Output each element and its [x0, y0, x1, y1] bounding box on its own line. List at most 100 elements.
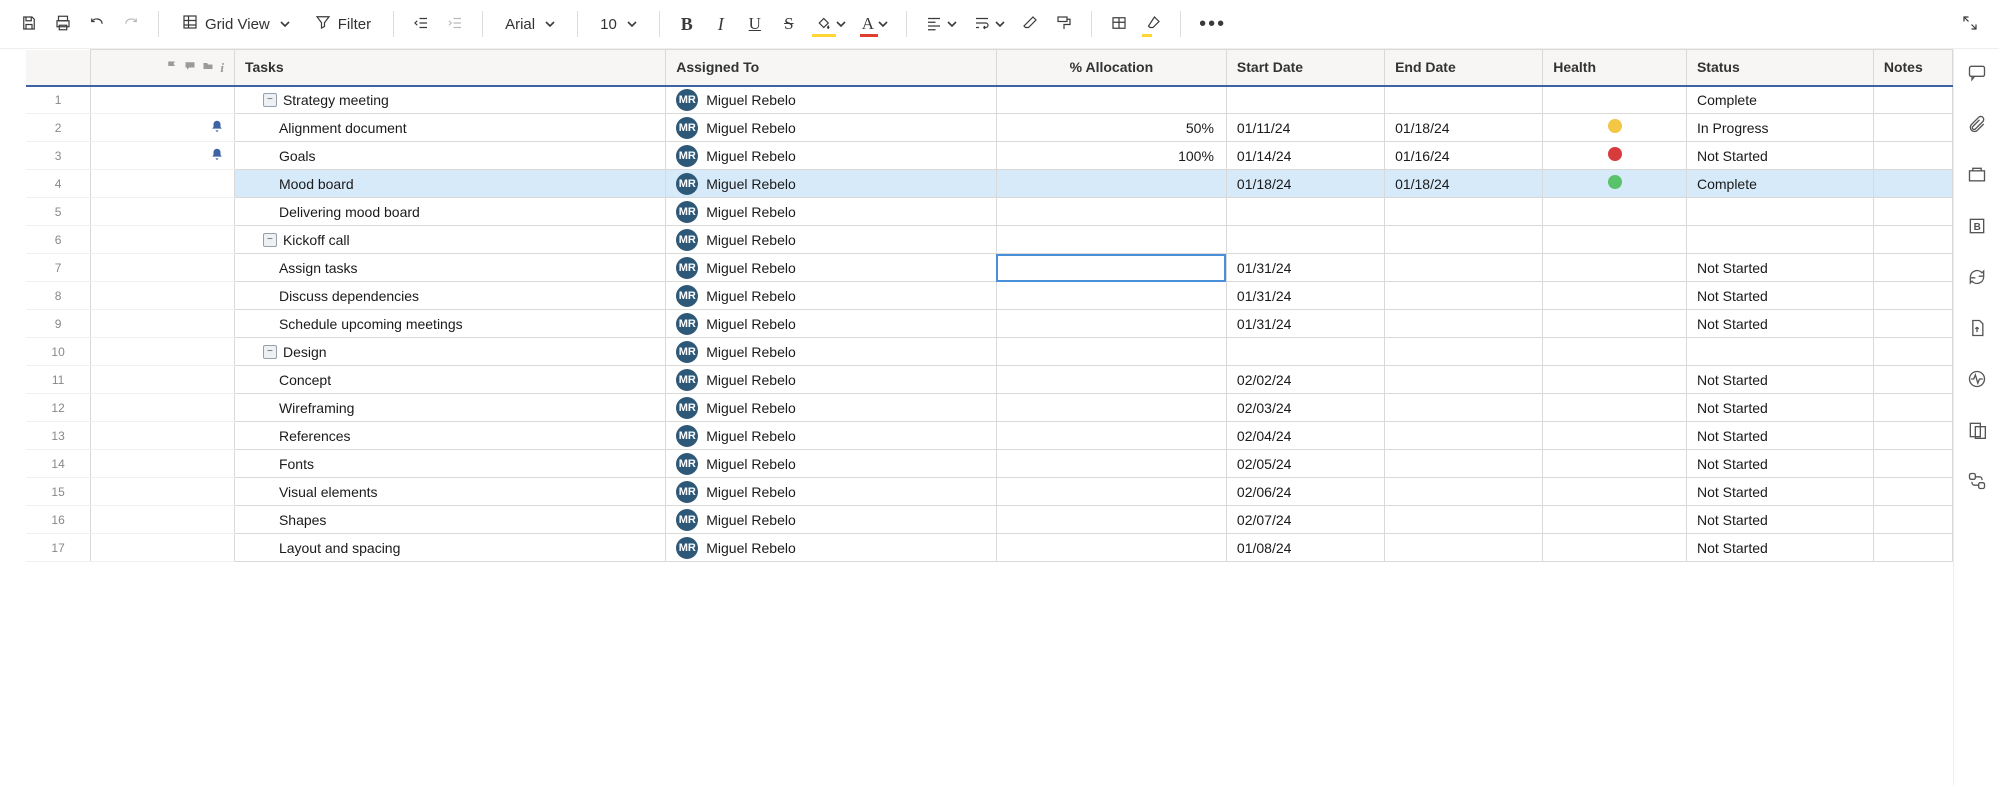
row-number[interactable]: 17: [26, 534, 91, 562]
summary-panel-button[interactable]: [1967, 420, 1987, 443]
assigned-cell[interactable]: MRMiguel Rebelo: [666, 142, 997, 170]
row-number[interactable]: 9: [26, 310, 91, 338]
row-number[interactable]: 12: [26, 394, 91, 422]
allocation-cell[interactable]: [996, 198, 1226, 226]
end-date-cell[interactable]: [1385, 450, 1543, 478]
attachments-panel-button[interactable]: [1967, 114, 1987, 137]
allocation-cell[interactable]: [996, 506, 1226, 534]
reminder-bell-icon[interactable]: [210, 148, 224, 164]
task-cell[interactable]: −Design: [234, 338, 665, 366]
font-selector[interactable]: Arial: [495, 8, 565, 40]
refresh-panel-button[interactable]: [1967, 267, 1987, 290]
health-cell[interactable]: [1543, 310, 1687, 338]
task-cell[interactable]: Mood board: [234, 170, 665, 198]
allocation-cell[interactable]: [996, 534, 1226, 562]
allocation-cell[interactable]: 50%: [996, 114, 1226, 142]
font-size-selector[interactable]: 10: [590, 8, 647, 40]
health-cell[interactable]: [1543, 394, 1687, 422]
row-number[interactable]: 8: [26, 282, 91, 310]
health-cell[interactable]: [1543, 450, 1687, 478]
task-cell[interactable]: Alignment document: [234, 114, 665, 142]
assigned-cell[interactable]: MRMiguel Rebelo: [666, 282, 997, 310]
start-date-cell[interactable]: 02/06/24: [1226, 478, 1384, 506]
row-number[interactable]: 14: [26, 450, 91, 478]
end-date-cell[interactable]: [1385, 366, 1543, 394]
start-date-cell[interactable]: [1226, 226, 1384, 254]
text-color-button[interactable]: A: [856, 8, 894, 40]
expand-button[interactable]: [1955, 8, 1985, 40]
status-cell[interactable]: Not Started: [1686, 310, 1873, 338]
notes-cell[interactable]: [1873, 338, 1952, 366]
activity-panel-button[interactable]: [1967, 369, 1987, 392]
allocation-cell[interactable]: [996, 338, 1226, 366]
allocation-cell[interactable]: [996, 226, 1226, 254]
underline-button[interactable]: U: [740, 8, 770, 40]
status-cell[interactable]: Not Started: [1686, 366, 1873, 394]
notes-cell[interactable]: [1873, 282, 1952, 310]
health-cell[interactable]: [1543, 366, 1687, 394]
allocation-cell[interactable]: [996, 86, 1226, 114]
allocation-cell[interactable]: [996, 478, 1226, 506]
task-cell[interactable]: −Strategy meeting: [234, 86, 665, 114]
start-date-cell[interactable]: 01/31/24: [1226, 254, 1384, 282]
collapse-toggle-icon[interactable]: −: [263, 233, 277, 247]
health-cell[interactable]: [1543, 282, 1687, 310]
italic-button[interactable]: I: [706, 8, 736, 40]
status-cell[interactable]: Not Started: [1686, 142, 1873, 170]
format-painter-button[interactable]: [1049, 8, 1079, 40]
upload-panel-button[interactable]: [1967, 318, 1987, 341]
task-cell[interactable]: Concept: [234, 366, 665, 394]
status-cell[interactable]: In Progress: [1686, 114, 1873, 142]
end-date-cell[interactable]: [1385, 338, 1543, 366]
row-number[interactable]: 13: [26, 422, 91, 450]
start-date-cell[interactable]: 01/31/24: [1226, 282, 1384, 310]
collapse-toggle-icon[interactable]: −: [263, 93, 277, 107]
start-date-cell[interactable]: 01/11/24: [1226, 114, 1384, 142]
indent-button[interactable]: [440, 8, 470, 40]
assigned-cell[interactable]: MRMiguel Rebelo: [666, 506, 997, 534]
status-cell[interactable]: [1686, 226, 1873, 254]
row-number[interactable]: 1: [26, 86, 91, 114]
row-number[interactable]: 10: [26, 338, 91, 366]
assigned-cell[interactable]: MRMiguel Rebelo: [666, 534, 997, 562]
task-cell[interactable]: Schedule upcoming meetings: [234, 310, 665, 338]
row-number[interactable]: 15: [26, 478, 91, 506]
row-number[interactable]: 11: [26, 366, 91, 394]
clear-format-button[interactable]: [1015, 8, 1045, 40]
col-header-assigned[interactable]: Assigned To: [666, 50, 997, 86]
start-date-cell[interactable]: 02/05/24: [1226, 450, 1384, 478]
allocation-cell[interactable]: [996, 254, 1226, 282]
outdent-button[interactable]: [406, 8, 436, 40]
health-cell[interactable]: [1543, 478, 1687, 506]
status-cell[interactable]: Complete: [1686, 86, 1873, 114]
row-number[interactable]: 6: [26, 226, 91, 254]
assigned-cell[interactable]: MRMiguel Rebelo: [666, 366, 997, 394]
notes-cell[interactable]: [1873, 86, 1952, 114]
save-button[interactable]: [14, 8, 44, 40]
assigned-cell[interactable]: MRMiguel Rebelo: [666, 394, 997, 422]
notes-cell[interactable]: [1873, 114, 1952, 142]
status-cell[interactable]: Complete: [1686, 170, 1873, 198]
allocation-cell[interactable]: [996, 282, 1226, 310]
highlight-button[interactable]: [1138, 8, 1168, 40]
notes-cell[interactable]: [1873, 170, 1952, 198]
notes-cell[interactable]: [1873, 534, 1952, 562]
conditional-format-button[interactable]: [1104, 8, 1134, 40]
allocation-cell[interactable]: [996, 366, 1226, 394]
notes-cell[interactable]: [1873, 422, 1952, 450]
notes-cell[interactable]: [1873, 310, 1952, 338]
col-header-notes[interactable]: Notes: [1873, 50, 1952, 86]
end-date-cell[interactable]: [1385, 422, 1543, 450]
health-cell[interactable]: [1543, 338, 1687, 366]
health-cell[interactable]: [1543, 114, 1687, 142]
health-cell[interactable]: [1543, 170, 1687, 198]
task-cell[interactable]: Wireframing: [234, 394, 665, 422]
notes-cell[interactable]: [1873, 226, 1952, 254]
end-date-cell[interactable]: [1385, 534, 1543, 562]
assigned-cell[interactable]: MRMiguel Rebelo: [666, 86, 997, 114]
allocation-cell[interactable]: 100%: [996, 142, 1226, 170]
row-number[interactable]: 3: [26, 142, 91, 170]
print-button[interactable]: [48, 8, 78, 40]
col-header-allocation[interactable]: % Allocation: [996, 50, 1226, 86]
bold-button[interactable]: B: [672, 8, 702, 40]
